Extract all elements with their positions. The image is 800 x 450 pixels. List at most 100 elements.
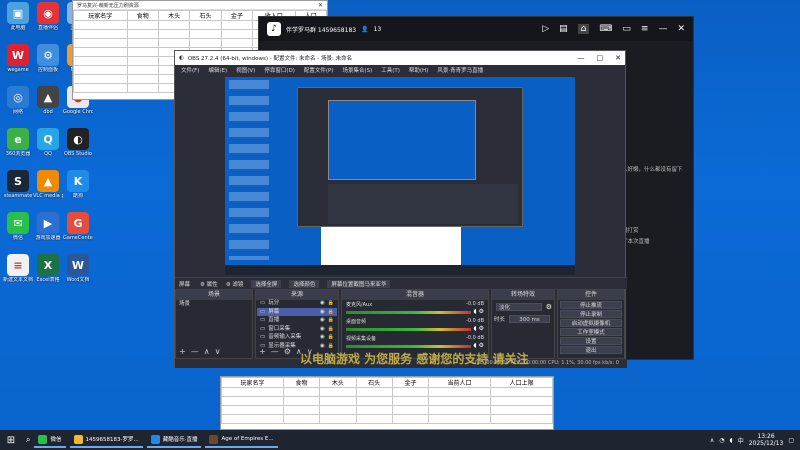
column-header[interactable]: 石头	[189, 10, 222, 21]
desktop-icon[interactable]: ✉ 微信	[3, 212, 33, 241]
menu-item[interactable]: 停靠窗口(D)	[264, 66, 295, 74]
table-cell[interactable]	[221, 387, 284, 397]
start-button[interactable]: ⊞	[0, 432, 22, 448]
visibility-icon[interactable]: ◉	[320, 308, 325, 317]
table-cell[interactable]	[221, 414, 284, 424]
desktop-icon[interactable]: ◎ 网络	[3, 86, 33, 115]
table-cell[interactable]	[126, 20, 159, 30]
table-cell[interactable]	[73, 83, 128, 93]
volume-meter[interactable]	[346, 344, 472, 348]
volume-icon[interactable]: ◖	[473, 342, 476, 349]
notification-icon[interactable]: ▢	[788, 437, 794, 444]
table-cell[interactable]	[355, 387, 393, 397]
control-button[interactable]: 工作室模式	[560, 328, 622, 336]
table-cell[interactable]	[282, 414, 321, 424]
table-cell[interactable]	[126, 83, 159, 93]
control-button[interactable]: 停止录制	[560, 310, 622, 318]
desktop-icon[interactable]: ≡ 新建文本文档	[3, 254, 33, 283]
column-header[interactable]: 玩家名字	[221, 377, 284, 388]
lock-icon[interactable]: 🔒	[328, 308, 334, 317]
add-icon[interactable]: +	[179, 347, 186, 356]
gear-icon[interactable]: ⚙	[479, 325, 484, 332]
home-icon[interactable]: ⌂	[577, 24, 590, 34]
volume-meter[interactable]	[346, 310, 472, 314]
control-button[interactable]: 设置	[560, 337, 622, 345]
menu-item[interactable]: 编辑(E)	[208, 66, 227, 74]
table-cell[interactable]	[428, 405, 491, 415]
column-header[interactable]: 石头	[355, 377, 393, 388]
table-row[interactable]	[221, 414, 553, 424]
duration-input[interactable]: 300 ms	[509, 315, 550, 323]
table-row[interactable]	[221, 396, 553, 406]
desktop-icon[interactable]: ▲VLC media player	[33, 170, 63, 199]
table-cell[interactable]	[221, 405, 284, 415]
desktop-icon[interactable]: ▶ 游戏加速器	[33, 212, 63, 241]
table-cell[interactable]	[73, 38, 128, 48]
column-header[interactable]: 木头	[157, 10, 191, 21]
layout-icon[interactable]: ▤	[559, 24, 568, 34]
control-button[interactable]: 退出	[560, 346, 622, 354]
source-item[interactable]: ▭ 音频输入采集 ◉ 🔒	[257, 333, 337, 342]
play-icon[interactable]: ▷	[542, 24, 549, 34]
table-cell[interactable]	[220, 38, 254, 48]
table-cell[interactable]	[355, 414, 393, 424]
volume-icon[interactable]: ◖	[473, 325, 476, 332]
bottom-sheet-window[interactable]: 玩家名字 食物 木头 石头 金子 当前人口 人口上限	[220, 376, 554, 430]
table-cell[interactable]	[126, 47, 159, 57]
table-cell[interactable]	[282, 396, 321, 406]
table-cell[interactable]	[490, 405, 553, 415]
column-header[interactable]: 食物	[126, 10, 159, 21]
lock-icon[interactable]: 🔒	[328, 316, 334, 325]
table-cell[interactable]	[391, 387, 430, 397]
volume-meter[interactable]	[346, 327, 472, 331]
menu-icon[interactable]: ≡	[641, 24, 649, 34]
desktop-icon[interactable]: W Word文档	[63, 254, 93, 283]
scene-tab[interactable]: ⚙ 属性	[200, 280, 218, 288]
table-cell[interactable]	[189, 20, 222, 30]
table-cell[interactable]	[73, 20, 128, 30]
desktop-icon[interactable]: ▲ dbd	[33, 86, 63, 115]
taskbar-item[interactable]: Age of Empires E...	[205, 432, 278, 448]
visibility-icon[interactable]: ◉	[320, 299, 325, 308]
desktop-icon[interactable]: X Excel表格	[33, 254, 63, 283]
gear-icon[interactable]: ⚙	[479, 308, 484, 315]
taskbar-item[interactable]: 1459658183-罗罗...	[69, 432, 143, 448]
menu-item[interactable]: 视图(V)	[236, 66, 255, 74]
table-cell[interactable]	[319, 396, 357, 406]
column-header[interactable]: 木头	[319, 377, 357, 388]
desktop-icon[interactable]: ◐ OBS Studio	[63, 128, 93, 157]
taskbar-item[interactable]: 微信	[34, 432, 66, 448]
lock-icon[interactable]: 🔒	[328, 342, 334, 351]
table-cell[interactable]	[126, 29, 159, 39]
table-cell[interactable]	[220, 20, 254, 30]
tray-arrow-icon[interactable]: ∧	[710, 437, 714, 444]
menu-item[interactable]: 帮助(H)	[409, 66, 428, 74]
gear-icon[interactable]: ⚙	[546, 303, 552, 311]
table-cell[interactable]	[126, 65, 159, 75]
minimize-icon[interactable]: —	[578, 54, 585, 62]
table-cell[interactable]	[428, 387, 491, 397]
desktop-icon[interactable]: ⚙ 控制面板	[33, 44, 63, 73]
scene-tab[interactable]: ⚙ 滤镜	[226, 280, 244, 288]
source-item[interactable]: ▭ 屏幕 ◉ 🔒	[257, 307, 337, 317]
maximize-icon[interactable]: □	[597, 54, 604, 62]
scene-tab[interactable]: 选择全屏	[251, 279, 282, 288]
table-cell[interactable]	[221, 396, 284, 406]
network-icon[interactable]: ◔	[719, 437, 724, 444]
source-item[interactable]: ▭ 玩分 ◉ 🔒	[257, 299, 337, 308]
column-header[interactable]: 玩家名字	[73, 10, 128, 21]
menu-item[interactable]: 配置文件(P)	[304, 66, 334, 74]
column-header[interactable]: 当前人口	[428, 377, 491, 388]
obs-window[interactable]: ◐ OBS 27.2.4 (64-bit, windows) - 配置文件: 未…	[174, 50, 627, 368]
desktop-icon[interactable]: Wwegame	[3, 44, 33, 73]
table-cell[interactable]	[319, 414, 357, 424]
desktop-icon[interactable]: K 酷狗	[63, 170, 93, 199]
gamepad-icon[interactable]: ⌨	[599, 24, 612, 34]
gear-icon[interactable]: ⚙	[479, 342, 484, 349]
desktop-icon[interactable]: ◉ 直播伴侣	[33, 2, 63, 31]
table-cell[interactable]	[428, 396, 491, 406]
table-cell[interactable]	[391, 414, 430, 424]
table-cell[interactable]	[157, 20, 191, 30]
table-cell[interactable]	[319, 405, 357, 415]
menu-item[interactable]: 工具(T)	[381, 66, 400, 74]
